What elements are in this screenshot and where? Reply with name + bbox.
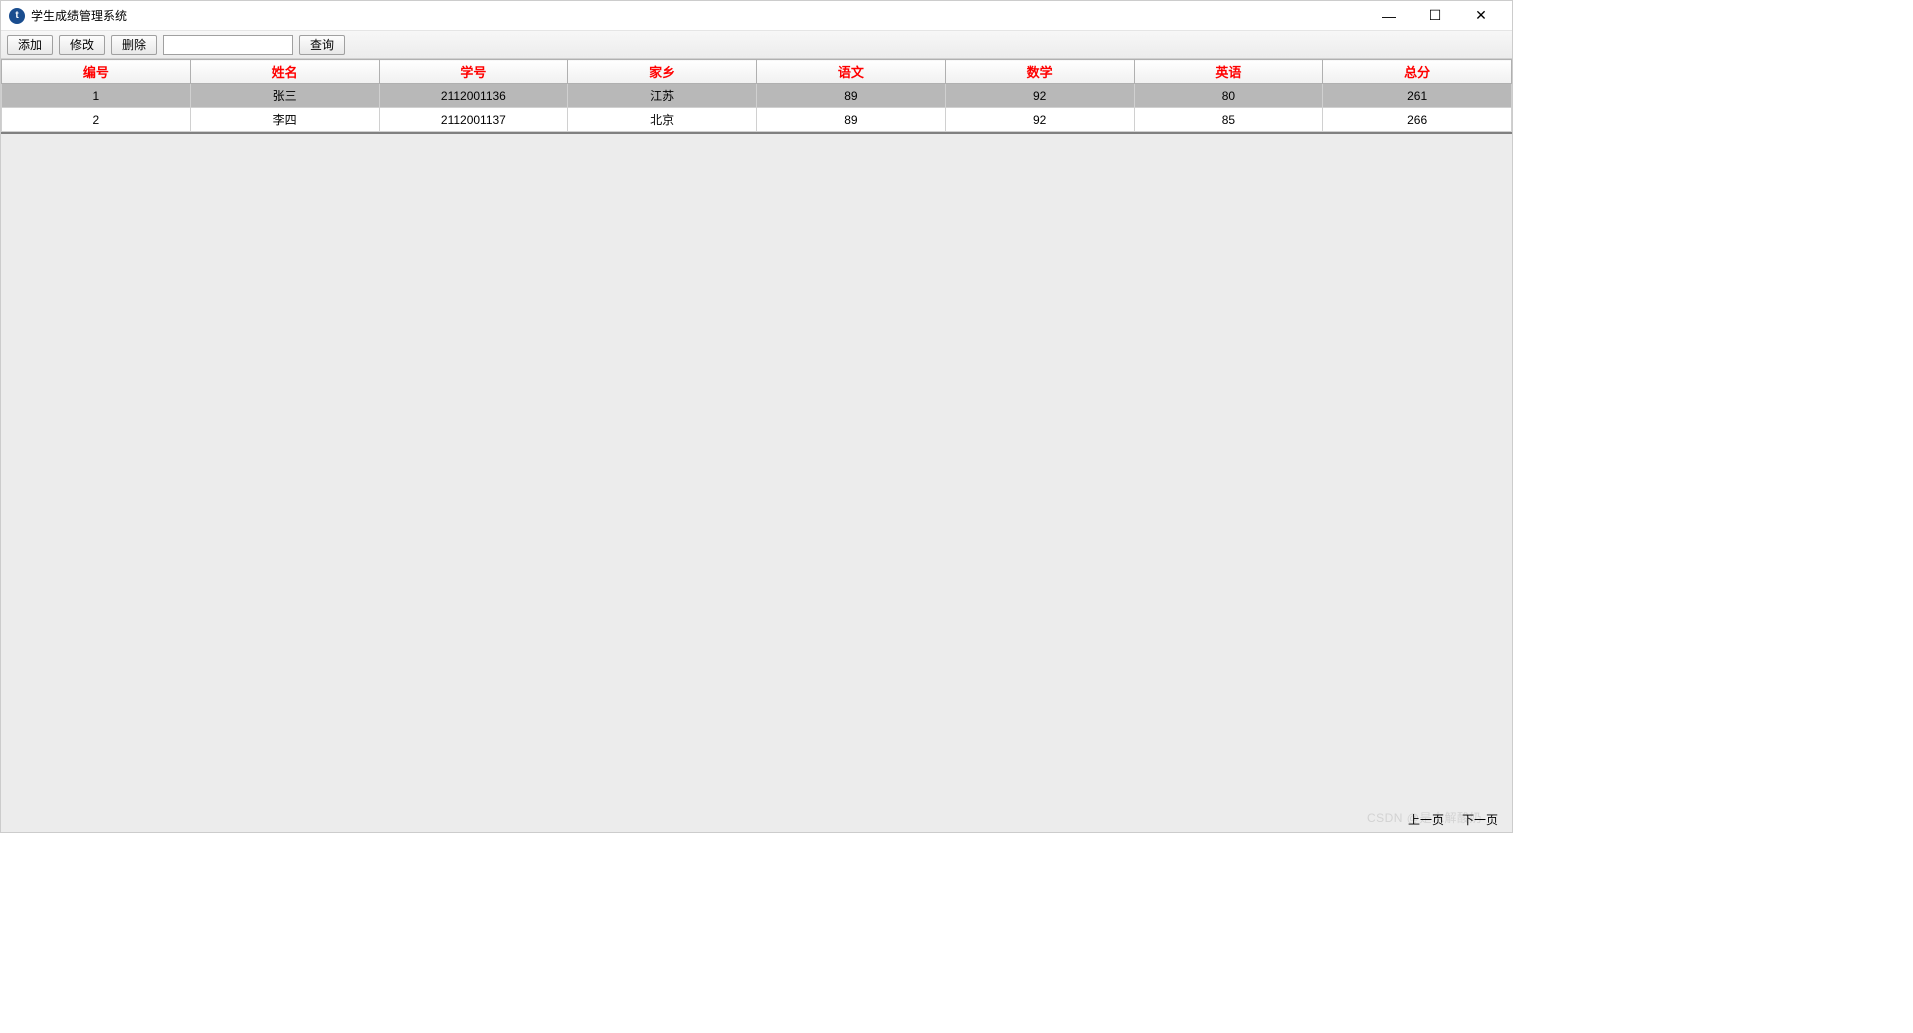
content-area: 编号姓名学号家乡语文数学英语总分 1张三2112001136江苏89928026… [1,59,1512,832]
app-icon: t [9,8,25,24]
table-cell[interactable]: 北京 [568,108,757,132]
column-header[interactable]: 姓名 [190,60,379,84]
window-title: 学生成绩管理系统 [31,7,1366,24]
close-icon: ✕ [1475,7,1487,24]
table-cell[interactable]: 92 [945,84,1134,108]
delete-button[interactable]: 删除 [111,35,157,55]
table-cell[interactable]: 85 [1134,108,1323,132]
table-cell[interactable]: 1 [2,84,191,108]
query-button[interactable]: 查询 [299,35,345,55]
table-cell[interactable]: 2112001137 [379,108,568,132]
column-header[interactable]: 语文 [757,60,946,84]
table-cell[interactable]: 2112001136 [379,84,568,108]
close-button[interactable]: ✕ [1458,1,1504,31]
column-header[interactable]: 学号 [379,60,568,84]
window-controls: — ☐ ✕ [1366,1,1504,31]
maximize-icon: ☐ [1429,7,1442,24]
table-row[interactable]: 2李四2112001137北京899285266 [2,108,1512,132]
table-cell[interactable]: 2 [2,108,191,132]
titlebar: t 学生成绩管理系统 — ☐ ✕ [1,1,1512,31]
table-cell[interactable]: 李四 [190,108,379,132]
table-cell[interactable]: 92 [945,108,1134,132]
app-window: t 学生成绩管理系统 — ☐ ✕ 添加 修改 删除 查询 编号姓名学号家乡语文数… [0,0,1513,833]
column-header[interactable]: 家乡 [568,60,757,84]
pagination-footer: 上一页 下一页 [1404,809,1502,830]
toolbar: 添加 修改 删除 查询 [1,31,1512,59]
table-wrapper: 编号姓名学号家乡语文数学英语总分 1张三2112001136江苏89928026… [1,59,1512,134]
table-cell[interactable]: 张三 [190,84,379,108]
table-cell[interactable]: 261 [1323,84,1512,108]
table-cell[interactable]: 266 [1323,108,1512,132]
add-button[interactable]: 添加 [7,35,53,55]
prev-page-button[interactable]: 上一页 [1404,809,1448,830]
column-header[interactable]: 编号 [2,60,191,84]
edit-button[interactable]: 修改 [59,35,105,55]
minimize-icon: — [1382,8,1396,24]
table-row[interactable]: 1张三2112001136江苏899280261 [2,84,1512,108]
table-header: 编号姓名学号家乡语文数学英语总分 [2,60,1512,84]
next-page-button[interactable]: 下一页 [1458,809,1502,830]
minimize-button[interactable]: — [1366,1,1412,31]
table-cell[interactable]: 89 [757,84,946,108]
table-cell[interactable]: 80 [1134,84,1323,108]
column-header[interactable]: 英语 [1134,60,1323,84]
data-table[interactable]: 编号姓名学号家乡语文数学英语总分 1张三2112001136江苏89928026… [1,59,1512,132]
table-cell[interactable]: 江苏 [568,84,757,108]
column-header[interactable]: 总分 [1323,60,1512,84]
table-body: 1张三2112001136江苏8992802612李四2112001137北京8… [2,84,1512,132]
column-header[interactable]: 数学 [945,60,1134,84]
table-cell[interactable]: 89 [757,108,946,132]
maximize-button[interactable]: ☐ [1412,1,1458,31]
search-input[interactable] [163,35,293,55]
app-icon-letter: t [15,10,18,21]
